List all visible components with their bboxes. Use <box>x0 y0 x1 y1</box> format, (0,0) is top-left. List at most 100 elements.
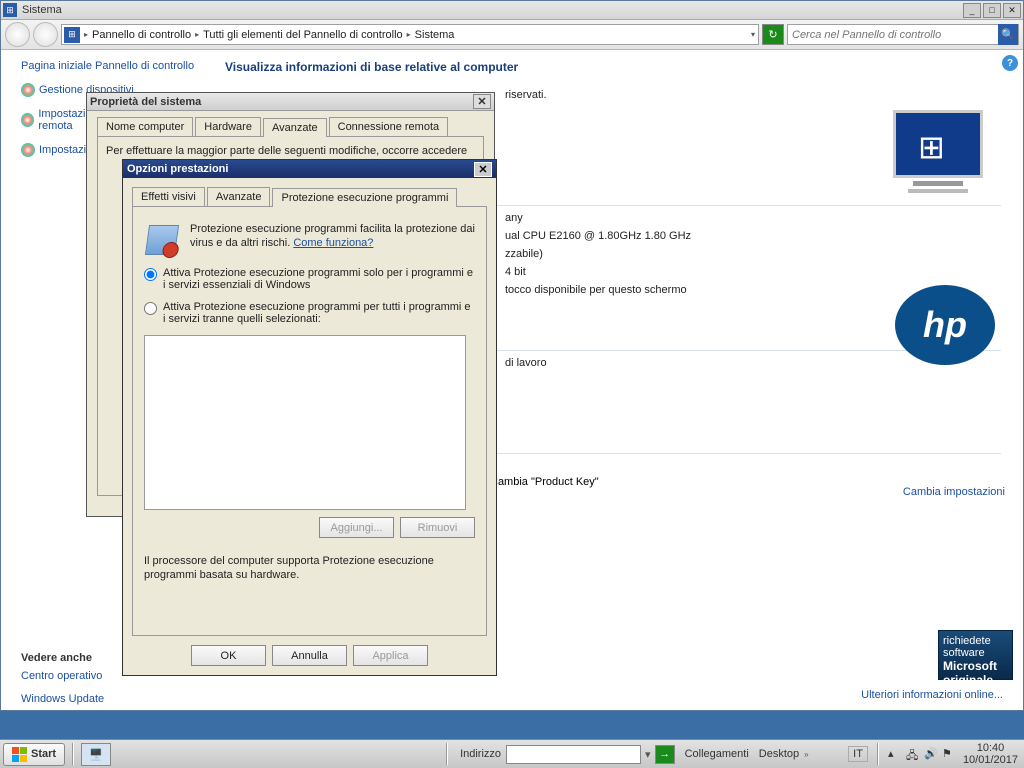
change-settings-link[interactable]: Cambia impostazioni <box>900 486 1005 498</box>
dialog-titlebar[interactable]: Proprietà del sistema ✕ <box>87 93 494 111</box>
control-panel-icon: ⊞ <box>64 27 80 43</box>
navigation-bar: ⊞ ▸ Pannello di controllo ▸ Tutti gli el… <box>1 20 1023 50</box>
windows-flag-icon: ⊞ <box>918 128 960 166</box>
remove-button[interactable]: Rimuovi <box>400 517 475 538</box>
tab-strip: Nome computer Hardware Avanzate Connessi… <box>87 111 494 136</box>
address-label: Indirizzo <box>460 748 501 760</box>
tab-advanced[interactable]: Avanzate <box>207 187 271 206</box>
tray-icon[interactable]: ▴ <box>888 747 902 761</box>
separator <box>877 743 879 765</box>
close-button[interactable]: ✕ <box>474 162 492 177</box>
processor-value: ual CPU E2160 @ 1.80GHz 1.80 GHz <box>505 230 1001 242</box>
refresh-button[interactable]: ↻ <box>762 24 784 45</box>
search-button[interactable]: 🔍 <box>998 24 1018 45</box>
search-input[interactable] <box>792 29 998 41</box>
links-label: Collegamenti <box>685 748 749 760</box>
close-button[interactable]: ✕ <box>1003 3 1021 18</box>
start-button[interactable]: Start <box>3 743 65 766</box>
rights-text: riservati. <box>505 89 1001 101</box>
radio-label: Attiva Protezione esecuzione programmi p… <box>163 301 475 325</box>
separator <box>72 743 74 765</box>
search-box[interactable]: 🔍 <box>787 24 1019 45</box>
dep-exclusion-listbox[interactable] <box>144 335 466 510</box>
language-indicator[interactable]: IT <box>848 746 868 762</box>
admin-note: Per effettuare la maggior parte delle se… <box>106 145 475 157</box>
shield-icon <box>21 143 35 157</box>
dialog-title: Proprietà del sistema <box>90 96 201 108</box>
dialog-title: Opzioni prestazioni <box>127 163 228 175</box>
system-type-value: 4 bit <box>505 266 1001 278</box>
how-does-it-work-link[interactable]: Come funziona? <box>293 237 373 249</box>
go-button[interactable]: → <box>655 745 675 764</box>
flag-icon[interactable]: ⚑ <box>942 747 956 761</box>
dep-description: Protezione esecuzione programmi facilita… <box>144 222 475 250</box>
windows-update-link[interactable]: Windows Update <box>21 693 206 705</box>
tab-hardware[interactable]: Hardware <box>195 117 261 136</box>
clock[interactable]: 10:40 10/01/2017 <box>963 742 1021 766</box>
forward-button[interactable] <box>33 22 58 47</box>
window-title: Sistema <box>22 4 62 16</box>
hp-logo: hp <box>895 285 995 365</box>
shield-icon <box>21 83 35 97</box>
titlebar[interactable]: ⊞ Sistema _ □ ✕ <box>1 1 1023 20</box>
performance-options-dialog: Opzioni prestazioni ✕ Effetti visivi Ava… <box>122 159 497 676</box>
add-button[interactable]: Aggiungi... <box>319 517 394 538</box>
taskbar-item-system[interactable]: 🖥️ <box>81 743 111 766</box>
clock-time: 10:40 <box>963 742 1018 754</box>
tab-dep[interactable]: Protezione esecuzione programmi <box>272 188 457 207</box>
volume-icon[interactable]: 🔊 <box>924 747 938 761</box>
tab-remote[interactable]: Connessione remota <box>329 117 449 136</box>
breadcrumb-seg[interactable]: Tutti gli elementi del Pannello di contr… <box>200 29 406 41</box>
page-heading: Visualizza informazioni di base relative… <box>225 60 1001 74</box>
dialog-titlebar[interactable]: Opzioni prestazioni ✕ <box>123 160 496 178</box>
cancel-button[interactable]: Annulla <box>272 645 347 666</box>
chevron-down-icon[interactable]: ▾ <box>641 748 655 761</box>
badge-text: originale <box>943 673 1008 687</box>
start-label: Start <box>31 748 56 760</box>
taskbar-address-input[interactable] <box>506 745 641 764</box>
radio-label: Attiva Protezione esecuzione programmi s… <box>163 267 475 291</box>
control-panel-home-link[interactable]: Pagina iniziale Pannello di controllo <box>21 60 206 72</box>
ram-value: zzabile) <box>505 248 1001 260</box>
breadcrumb-seg[interactable]: Sistema <box>412 29 458 41</box>
help-button[interactable]: ? <box>1002 55 1018 71</box>
link-label: Cambia impostazioni <box>903 486 1005 498</box>
manufacturer-value: any <box>505 212 1001 224</box>
network-icon[interactable]: 🖧 <box>906 747 920 761</box>
desktop-toolbar-label[interactable]: Desktop <box>759 748 799 760</box>
radio-input[interactable] <box>144 268 157 281</box>
windows-flag-icon <box>12 747 27 762</box>
maximize-button[interactable]: □ <box>983 3 1001 18</box>
close-button[interactable]: ✕ <box>473 94 491 109</box>
tab-advanced[interactable]: Avanzate <box>263 118 327 137</box>
badge-text: richiedete software <box>943 635 1008 659</box>
ok-button[interactable]: OK <box>191 645 266 666</box>
system-tray: IT ▴ 🖧 🔊 ⚑ 10:40 10/01/2017 <box>848 742 1021 766</box>
minimize-button[interactable]: _ <box>963 3 981 18</box>
microsoft-genuine-badge: richiedete software Microsoft originale <box>938 630 1013 680</box>
system-icon: ⊞ <box>3 3 17 17</box>
radio-input[interactable] <box>144 302 157 315</box>
chevron-right-icon[interactable]: » <box>804 750 808 759</box>
taskbar[interactable]: Start 🖥️ Indirizzo ▾ → Collegamenti Desk… <box>0 739 1024 768</box>
tab-visual-effects[interactable]: Effetti visivi <box>132 187 205 206</box>
badge-text: Microsoft <box>943 659 1008 673</box>
chevron-down-icon[interactable]: ▾ <box>750 30 756 39</box>
tab-computer-name[interactable]: Nome computer <box>97 117 193 136</box>
dep-chip-icon <box>144 222 180 258</box>
clock-date: 10/01/2017 <box>963 754 1018 766</box>
more-info-online-link[interactable]: Ulteriori informazioni online... <box>861 689 1003 701</box>
windows-monitor-image: ⊞ <box>883 110 993 200</box>
dep-essential-only-radio[interactable]: Attiva Protezione esecuzione programmi s… <box>144 267 475 291</box>
tab-content: Protezione esecuzione programmi facilita… <box>132 206 487 636</box>
back-button[interactable] <box>5 22 30 47</box>
separator <box>446 743 448 765</box>
breadcrumb-seg[interactable]: Pannello di controllo <box>89 29 194 41</box>
address-bar[interactable]: ⊞ ▸ Pannello di controllo ▸ Tutti gli el… <box>61 24 759 45</box>
tray-icons: ▴ 🖧 🔊 ⚑ <box>888 747 956 761</box>
apply-button[interactable]: Applica <box>353 645 428 666</box>
shield-icon <box>21 113 34 127</box>
hardware-dep-note: Il processore del computer supporta Prot… <box>144 554 475 582</box>
dep-all-except-radio[interactable]: Attiva Protezione esecuzione programmi p… <box>144 301 475 325</box>
tab-strip: Effetti visivi Avanzate Protezione esecu… <box>123 178 496 206</box>
